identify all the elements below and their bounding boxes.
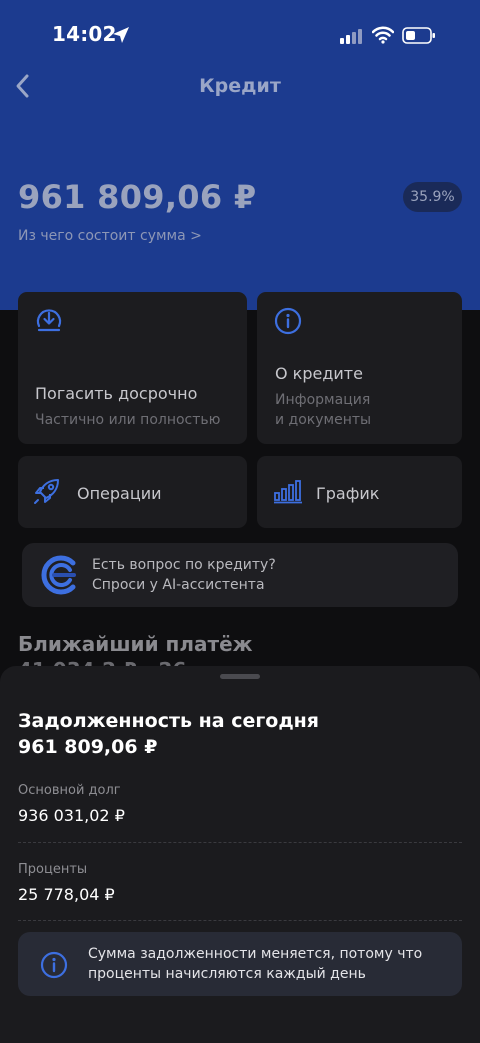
cellular-signal-icon bbox=[340, 29, 362, 44]
about-loan-card[interactable]: О кредите Информация и документы bbox=[257, 292, 462, 444]
row-divider bbox=[18, 920, 462, 921]
info-notice-text: Сумма задолженности меняется, потому что… bbox=[88, 944, 422, 984]
schedule-title: График bbox=[316, 484, 380, 503]
info-notice: Сумма задолженности меняется, потому что… bbox=[18, 932, 462, 996]
ai-question: Есть вопрос по кредиту? bbox=[92, 557, 276, 573]
status-bar: 14:02 bbox=[0, 0, 480, 70]
principal-value: 936 031,02 ₽ bbox=[18, 806, 125, 825]
page-title: Кредит bbox=[199, 75, 281, 97]
principal-label: Основной долг bbox=[18, 783, 121, 798]
download-circle-icon bbox=[36, 309, 62, 332]
interest-value: 25 778,04 ₽ bbox=[18, 885, 115, 904]
operations-card[interactable]: Операции bbox=[18, 456, 247, 528]
info-icon bbox=[40, 951, 68, 979]
rocket-icon bbox=[34, 479, 59, 504]
ai-assistant-text: Есть вопрос по кредиту? Спроси у AI-асси… bbox=[92, 555, 276, 595]
row-divider bbox=[18, 842, 462, 843]
ai-prompt: Спроси у AI-ассистента bbox=[92, 577, 265, 593]
ai-assistant-logo-icon bbox=[41, 555, 76, 595]
battery-icon bbox=[402, 27, 435, 44]
operations-title: Операции bbox=[77, 484, 162, 503]
interest-rate-badge: 35.9% bbox=[403, 182, 462, 212]
next-payment-title: Ближайший платёж bbox=[18, 632, 253, 656]
sheet-title: Задолженность на сегодня bbox=[18, 710, 320, 732]
early-repayment-card[interactable]: Погасить досрочно Частично или полностью bbox=[18, 292, 247, 444]
info-circle-icon bbox=[274, 307, 302, 335]
bar-chart-icon bbox=[274, 480, 302, 504]
loan-amount: 961 809,06 ₽ bbox=[18, 178, 257, 216]
interest-label: Проценты bbox=[18, 862, 88, 877]
sheet-grabber[interactable] bbox=[220, 674, 260, 679]
info-line-2: проценты начисляются каждый день bbox=[88, 966, 366, 982]
early-repayment-title: Погасить досрочно bbox=[35, 384, 198, 403]
status-time: 14:02 bbox=[52, 22, 117, 46]
about-loan-subtitle-2: и документы bbox=[275, 412, 372, 428]
early-repayment-subtitle: Частично или полностью bbox=[35, 412, 221, 428]
wifi-icon bbox=[372, 26, 394, 44]
debt-bottom-sheet: Задолженность на сегодня 961 809,06 ₽ Ос… bbox=[0, 666, 480, 1043]
location-arrow-icon bbox=[113, 27, 129, 43]
loan-screen: 14:02 Кредит 961 809,06 ₽ 35.9% Из чего … bbox=[0, 0, 480, 1043]
about-loan-title: О кредите bbox=[275, 364, 363, 383]
sheet-total-amount: 961 809,06 ₽ bbox=[18, 736, 158, 758]
amount-breakdown-link[interactable]: Из чего состоит сумма > bbox=[18, 228, 202, 244]
info-line-1: Сумма задолженности меняется, потому что bbox=[88, 946, 423, 962]
schedule-card[interactable]: График bbox=[257, 456, 462, 528]
about-loan-subtitle-1: Информация bbox=[275, 392, 371, 408]
ai-assistant-banner[interactable]: Есть вопрос по кредиту? Спроси у AI-асси… bbox=[22, 543, 458, 607]
